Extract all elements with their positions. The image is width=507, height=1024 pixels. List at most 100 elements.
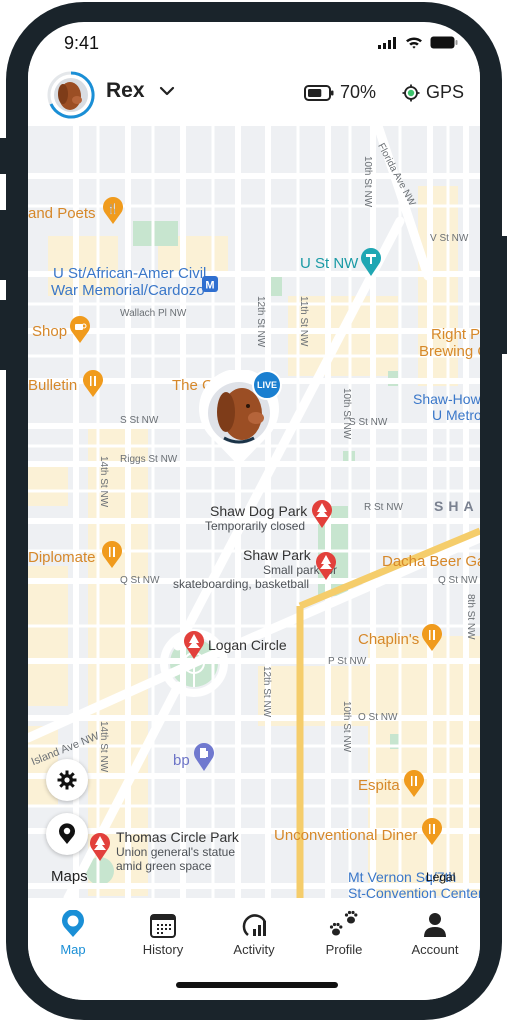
gps-target-icon: [402, 84, 420, 101]
park-sublabel: skateboarding, basketball: [173, 577, 310, 591]
tab-map[interactable]: Map: [28, 908, 118, 957]
status-bar: 9:41: [28, 22, 480, 66]
street-label: Q St NW: [120, 575, 160, 586]
gps-label: GPS: [426, 82, 465, 102]
street-label: 11th St NW: [298, 296, 309, 347]
tab-label: Activity: [233, 942, 275, 957]
gas-station-pin-icon[interactable]: [193, 742, 215, 772]
restaurant-pin-icon[interactable]: [421, 818, 443, 846]
poi-label[interactable]: Unconventional Diner: [274, 828, 417, 844]
bottom-tab-bar: Map History Activity Profile Account: [28, 898, 480, 1000]
tab-account[interactable]: Account: [390, 908, 480, 957]
poi-label[interactable]: and Poets: [28, 206, 96, 222]
metro-station-label[interactable]: War Memorial/Cardozo: [51, 283, 205, 299]
park-pin-icon[interactable]: [311, 499, 333, 529]
live-badge: LIVE: [252, 370, 282, 400]
tab-label: Map: [60, 942, 86, 957]
device-battery: 70%: [304, 82, 376, 103]
chevron-down-icon[interactable]: [158, 82, 176, 100]
street-label: 10th St NW: [341, 701, 352, 753]
street-label: O St NW: [358, 712, 398, 723]
tab-profile[interactable]: Profile: [299, 908, 389, 957]
tab-label: History: [142, 942, 184, 957]
metro-station-label[interactable]: St-Convention Center: [348, 886, 480, 898]
park-label[interactable]: Thomas Circle Park: [116, 830, 239, 845]
poi-label[interactable]: U St NW: [300, 256, 358, 272]
street-label: P St NW: [328, 656, 367, 667]
street-label: V St NW: [430, 233, 469, 244]
pet-avatar[interactable]: [46, 70, 96, 120]
street-label: S St NW: [349, 417, 388, 428]
maps-logo: Maps: [51, 868, 88, 885]
status-time: 9:41: [64, 33, 100, 53]
wifi-icon: [406, 37, 422, 49]
street-label: 12th St NW: [261, 666, 272, 718]
live-badge-text: LIVE: [256, 380, 277, 390]
street-label: 8th St NW: [465, 594, 476, 640]
restaurant-pin-icon[interactable]: 🍴: [102, 197, 124, 225]
map-settings-button[interactable]: [46, 759, 88, 801]
street-label: 14th St NW: [98, 721, 109, 773]
neighborhood-label: SHA: [434, 498, 479, 514]
home-indicator[interactable]: [176, 982, 338, 988]
tab-history[interactable]: History: [118, 908, 208, 957]
phone-side-button: [499, 236, 507, 354]
poi-label[interactable]: Chaplin's: [358, 632, 419, 648]
paws-icon: [329, 910, 358, 936]
restaurant-pin-icon[interactable]: [403, 770, 425, 798]
phone-side-button: [0, 138, 8, 174]
park-sublabel: Union general's statue: [116, 845, 236, 859]
restaurant-pin-icon[interactable]: [101, 541, 123, 569]
poi-label[interactable]: Espita: [358, 778, 400, 794]
street-label: Riggs St NW: [120, 454, 178, 465]
poi-label[interactable]: Brewing Com: [419, 344, 480, 360]
park-pin-icon[interactable]: [89, 832, 111, 862]
cafe-pin-icon[interactable]: [69, 316, 91, 344]
park-sublabel: Temporarily closed: [205, 519, 306, 533]
gas-station-label[interactable]: bp: [173, 753, 190, 769]
poi-label[interactable]: Right P: [431, 327, 480, 343]
poi-label[interactable]: Dacha Beer Garden: [382, 554, 480, 570]
cellular-signal-icon: [378, 36, 396, 49]
recenter-location-button[interactable]: [46, 813, 88, 855]
tab-label: Account: [411, 942, 459, 957]
tab-activity[interactable]: Activity: [209, 908, 299, 957]
status-battery-icon: [430, 36, 458, 49]
street-label: 10th St NW: [362, 156, 373, 208]
metro-station-label[interactable]: Shaw-How: [413, 392, 480, 407]
poi-label[interactable]: Shop: [32, 324, 67, 340]
app-header: Rex 70% GPS: [28, 66, 480, 126]
restaurant-pin-icon[interactable]: [421, 624, 443, 652]
map-view[interactable]: Florida Ave NW V St NW 10th St NW Wallac…: [28, 126, 480, 898]
street-label: 10th St NW: [341, 388, 352, 440]
park-label[interactable]: Shaw Dog Park: [210, 504, 307, 519]
metro-station-label[interactable]: U St/African-Amer Civil: [53, 266, 206, 282]
battery-percent: 70%: [340, 82, 377, 102]
park-pin-icon[interactable]: [315, 551, 337, 581]
restaurant-pin-icon[interactable]: [82, 370, 104, 398]
metro-icon[interactable]: M: [202, 276, 218, 292]
svg-text:🍴: 🍴: [107, 202, 119, 215]
park-sublabel: amid green space: [116, 859, 212, 873]
street-label: 14th St NW: [98, 456, 109, 508]
legal-link[interactable]: Legal: [426, 871, 455, 884]
poi-label[interactable]: Diplomate: [28, 550, 96, 566]
street-label: R St NW: [364, 502, 403, 513]
person-icon: [424, 913, 446, 937]
pet-name[interactable]: Rex: [106, 79, 145, 103]
poi-label[interactable]: Bulletin: [28, 378, 77, 394]
pet-location-marker[interactable]: LIVE: [196, 368, 282, 470]
phone-side-button: [0, 300, 8, 370]
map-pin-icon: [62, 910, 84, 937]
street-label: Wallach Pl NW: [120, 308, 187, 319]
park-pin-icon[interactable]: [183, 630, 205, 660]
park-label[interactable]: Shaw Park: [243, 548, 311, 563]
pet-avatar-ring: [47, 71, 95, 119]
location-pin-icon: [59, 823, 75, 844]
landmark-pin-icon[interactable]: [360, 247, 382, 277]
metro-station-label[interactable]: U Metro: [432, 408, 480, 423]
park-label[interactable]: Logan Circle: [208, 638, 287, 653]
street-label: 12th St NW: [255, 296, 266, 348]
phone-side-button: [0, 210, 8, 280]
street-label: S St NW: [120, 415, 159, 426]
